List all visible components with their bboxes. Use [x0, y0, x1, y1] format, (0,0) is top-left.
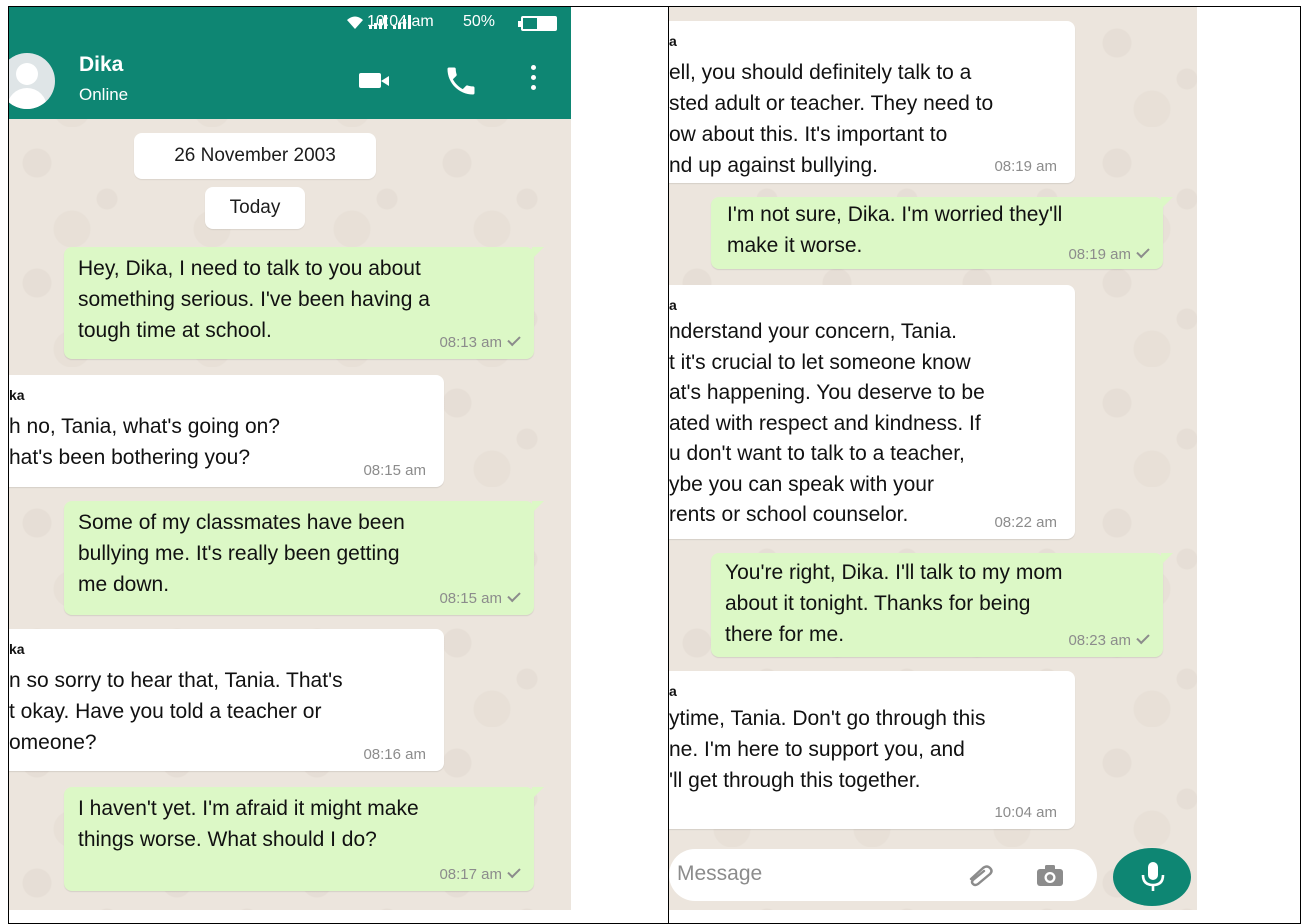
sent-tick-icon [507, 332, 521, 347]
message-input-bar[interactable]: Message [669, 849, 1097, 901]
message-time: 08:23 am [1068, 630, 1150, 649]
sender-name: a [669, 297, 677, 313]
incoming-message[interactable]: a ell, you should definitely talk to a s… [669, 21, 1075, 183]
message-time: 08:17 am [439, 864, 521, 883]
message-text: h no, Tania, what's going on? hat's been… [9, 415, 280, 469]
sender-name: a [669, 33, 677, 49]
incoming-message[interactable]: ka h no, Tania, what's going on? hat's b… [9, 375, 444, 487]
video-camera-icon[interactable] [359, 73, 389, 88]
microphone-icon [1141, 862, 1165, 891]
camera-icon[interactable] [1035, 863, 1065, 887]
date-divider: 26 November 2003 [134, 133, 376, 179]
contact-status: Online [79, 85, 129, 104]
incoming-message[interactable]: a nderstand your concern, Tania. t it's … [669, 285, 1075, 539]
paperclip-icon[interactable] [965, 863, 995, 887]
sender-name: ka [9, 641, 25, 657]
contact-name[interactable]: Dika [79, 53, 123, 77]
message-text: You're right, Dika. I'll talk to my mom … [725, 561, 1063, 646]
chat-header[interactable]: Dika Online [9, 39, 571, 119]
message-text: Some of my classmates have been bullying… [78, 511, 405, 596]
message-time: 08:13 am [439, 332, 521, 351]
outgoing-message[interactable]: I haven't yet. I'm afraid it might make … [64, 787, 544, 891]
outgoing-message[interactable]: Some of my classmates have been bullying… [64, 501, 544, 615]
message-time: 08:16 am [363, 746, 426, 763]
message-text: ell, you should definitely talk to a ste… [669, 61, 994, 177]
incoming-message[interactable]: a ytime, Tania. Don't go through this ne… [669, 671, 1075, 829]
avatar[interactable] [9, 53, 55, 109]
today-divider: Today [205, 187, 305, 229]
sent-tick-icon [507, 588, 521, 603]
outgoing-message[interactable]: You're right, Dika. I'll talk to my mom … [711, 553, 1173, 657]
message-time: 08:19 am [1068, 244, 1150, 263]
outgoing-message[interactable]: I'm not sure, Dika. I'm worried they'll … [711, 197, 1173, 269]
chat-screen-left: 10:04 am 50% Dika Online 26 November 200… [9, 7, 571, 910]
message-text: ytime, Tania. Don't go through this ne. … [669, 707, 986, 792]
message-input[interactable]: Message [677, 862, 762, 886]
sender-name: ka [9, 387, 25, 403]
sent-tick-icon [1136, 630, 1150, 645]
message-time: 08:19 am [994, 158, 1057, 175]
message-time: 10:04 am [994, 804, 1057, 821]
clock: 10:04 am [367, 13, 434, 30]
phone-icon[interactable] [443, 63, 479, 99]
more-vert-icon[interactable] [529, 65, 537, 95]
message-text: I'm not sure, Dika. I'm worried they'll … [727, 203, 1063, 257]
outgoing-message[interactable]: Hey, Dika, I need to talk to you about s… [64, 247, 544, 359]
message-time: 08:15 am [363, 462, 426, 479]
status-bar: 10:04 am 50% [9, 7, 571, 39]
message-time: 08:22 am [994, 514, 1057, 531]
battery-percent: 50% [463, 13, 496, 30]
message-text: n so sorry to hear that, Tania. That's t… [9, 669, 343, 754]
sent-tick-icon [1136, 244, 1150, 259]
message-time: 08:15 am [439, 588, 521, 607]
sent-tick-icon [507, 864, 521, 879]
voice-message-button[interactable] [1113, 848, 1191, 906]
message-text: Hey, Dika, I need to talk to you about s… [78, 257, 430, 342]
chat-screen-right: a ell, you should definitely talk to a s… [669, 7, 1197, 910]
message-text: I haven't yet. I'm afraid it might make … [78, 797, 419, 851]
sender-name: a [669, 683, 677, 699]
battery-icon [518, 16, 557, 31]
message-text: nderstand your concern, Tania. t it's cr… [669, 320, 985, 526]
incoming-message[interactable]: ka n so sorry to hear that, Tania. That'… [9, 629, 444, 771]
